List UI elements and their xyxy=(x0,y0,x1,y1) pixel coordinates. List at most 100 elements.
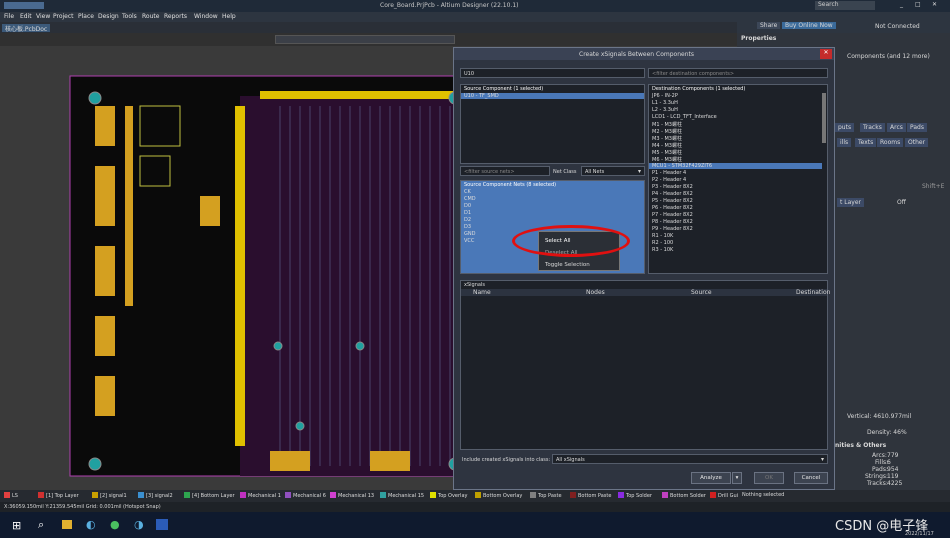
layer-tab-bottom-solder[interactable]: Bottom Solder xyxy=(662,492,706,499)
layer-tab-ls[interactable]: LS xyxy=(4,492,18,499)
dest-item[interactable]: L2 - 3.3uH xyxy=(652,107,678,113)
net-filter-input[interactable]: <filter source nets> xyxy=(460,166,550,176)
maximize-icon[interactable]: □ xyxy=(915,1,921,8)
search-icon[interactable]: ⌕ xyxy=(38,518,44,532)
net-item[interactable]: CK xyxy=(464,189,471,195)
props-tab-other[interactable]: Other xyxy=(905,138,929,147)
dest-item[interactable]: M1 - M3螺柱 xyxy=(652,121,682,128)
layer-tab-top-solder[interactable]: Top Solder xyxy=(618,492,652,499)
share-button[interactable]: Share xyxy=(757,22,781,29)
col-destination[interactable]: Destination xyxy=(796,289,830,296)
net-class-select[interactable]: All Nets ▾ xyxy=(581,166,645,176)
dest-item[interactable]: M5 - M3螺柱 xyxy=(652,149,682,156)
layer-tab-mech6[interactable]: Mechanical 6 xyxy=(285,492,326,499)
dest-item[interactable]: R3 - 10K xyxy=(652,247,673,253)
menu-help[interactable]: Help xyxy=(222,13,236,20)
menu-route[interactable]: Route xyxy=(142,13,159,20)
layer-tab-top-overlay[interactable]: Top Overlay xyxy=(430,492,467,499)
net-item[interactable]: CMD xyxy=(464,196,476,202)
dest-item[interactable]: P7 - Header 8X2 xyxy=(652,212,693,218)
layer-tab-signal1[interactable]: [2] signal1 xyxy=(92,492,127,499)
layer-tab-bottom-paste[interactable]: Bottom Paste xyxy=(570,492,611,499)
layer-tab-top-paste[interactable]: Top Paste xyxy=(530,492,562,499)
net-item[interactable]: D3 xyxy=(464,224,471,230)
xsignals-table[interactable]: xSignals Name Nodes Source Destination xyxy=(460,280,830,450)
net-item[interactable]: GND xyxy=(464,231,475,237)
dest-item[interactable]: P4 - Header 8X2 xyxy=(652,191,693,197)
net-item[interactable]: D1 xyxy=(464,210,471,216)
ok-button[interactable]: OK xyxy=(754,472,784,484)
dest-item[interactable]: M2 - M3螺柱 xyxy=(652,128,682,135)
layer-tab-bottom-overlay[interactable]: Bottom Overlay xyxy=(475,492,522,499)
dest-list-scrollbar[interactable] xyxy=(822,93,826,143)
dest-item[interactable]: M3 - M3螺柱 xyxy=(652,135,682,142)
dest-item[interactable]: M6 - M3螺柱 xyxy=(652,156,682,163)
col-name[interactable]: Name xyxy=(473,289,491,296)
minimize-icon[interactable]: _ xyxy=(900,1,903,8)
props-tab-pads[interactable]: Pads xyxy=(907,123,927,132)
connection-status[interactable]: Not Connected xyxy=(875,23,920,30)
dest-item[interactable]: R2 - 100 xyxy=(652,240,673,246)
windows-start-icon[interactable]: ⊞ xyxy=(12,519,21,532)
cancel-button[interactable]: Cancel xyxy=(794,472,828,484)
dest-item[interactable]: LCD1 - LCD_TFT_Interface xyxy=(652,114,717,120)
menu-window[interactable]: Window xyxy=(194,13,218,20)
analyze-button[interactable]: Analyze xyxy=(691,472,731,484)
props-tab-rooms[interactable]: Rooms xyxy=(877,138,904,147)
dest-item[interactable]: R1 - 10K xyxy=(652,233,673,239)
dest-item[interactable]: JP6 - IN-2P xyxy=(652,93,678,99)
layer-tab-drill-guide[interactable]: Drill Gui xyxy=(710,492,738,499)
layer-tab-mech15[interactable]: Mechanical 15 xyxy=(380,492,424,499)
doc-tab-pcb[interactable]: 核心板.PcbDoc xyxy=(2,24,51,33)
props-tab-ills[interactable]: ills xyxy=(837,138,852,147)
analyze-dropdown-icon[interactable]: ▾ xyxy=(732,472,742,484)
net-item[interactable]: VCC xyxy=(464,238,474,244)
wechat-icon[interactable]: ● xyxy=(110,518,120,531)
net-item[interactable]: D2 xyxy=(464,217,471,223)
buy-online-button[interactable]: Buy Online Now xyxy=(782,22,836,29)
menu-reports[interactable]: Reports xyxy=(164,13,187,20)
dest-item[interactable]: P6 - Header 8X2 xyxy=(652,205,693,211)
menu-design[interactable]: Design xyxy=(98,13,119,20)
net-item[interactable]: D0 xyxy=(464,203,471,209)
props-tab-texts[interactable]: Texts xyxy=(855,138,877,147)
dest-item[interactable]: L1 - 3.3uH xyxy=(652,100,678,106)
word-icon[interactable] xyxy=(156,519,168,530)
toggle-selection-menu-item[interactable]: Toggle Selection xyxy=(545,262,590,268)
destination-component-list[interactable]: Destination Components (1 selected) JP6 … xyxy=(648,84,828,274)
layer-value[interactable]: Off xyxy=(897,199,906,206)
dest-item[interactable]: P5 - Header 8X2 xyxy=(652,198,693,204)
menu-place[interactable]: Place xyxy=(78,13,94,20)
source-component-input[interactable]: U10 xyxy=(460,68,645,78)
props-tab-puts[interactable]: puts xyxy=(835,123,855,132)
active-bar-toolbar[interactable] xyxy=(275,35,455,44)
dest-filter-input[interactable]: <filter destination components> xyxy=(648,68,828,78)
properties-filter[interactable]: Components (and 12 more) xyxy=(847,53,930,60)
menu-view[interactable]: View xyxy=(36,13,50,20)
file-explorer-icon[interactable] xyxy=(62,520,72,529)
edge-icon[interactable]: ◑ xyxy=(134,518,144,531)
dest-item[interactable]: M4 - M3螺柱 xyxy=(652,142,682,149)
menu-edit[interactable]: Edit xyxy=(20,13,32,20)
dialog-close-icon[interactable]: ✕ xyxy=(820,49,832,59)
props-tab-tracks[interactable]: Tracks xyxy=(860,123,885,132)
close-icon[interactable]: ✕ xyxy=(932,1,937,8)
menu-tools[interactable]: Tools xyxy=(122,13,137,20)
layer-tab-mech13[interactable]: Mechanical 13 xyxy=(330,492,374,499)
dest-item-selected[interactable]: MCU1 - STM32F429ZIT6 xyxy=(649,163,822,169)
source-list-item[interactable]: U10 - TF_SMD xyxy=(461,93,644,99)
global-search[interactable]: Search xyxy=(815,1,875,10)
props-tab-arcs[interactable]: Arcs xyxy=(887,123,906,132)
layer-tab-bottom[interactable]: [4] Bottom Layer xyxy=(184,492,235,499)
source-component-list[interactable]: Source Component (1 selected) U10 - TF_S… xyxy=(460,84,645,164)
dest-item[interactable]: P3 - Header 8X2 xyxy=(652,184,693,190)
col-source[interactable]: Source xyxy=(691,289,712,296)
quick-access-icons[interactable] xyxy=(4,2,44,9)
menu-project[interactable]: Project xyxy=(53,13,74,20)
dest-item[interactable]: P1 - Header 4 xyxy=(652,170,686,176)
dest-item[interactable]: P8 - Header 8X2 xyxy=(652,219,693,225)
include-class-select[interactable]: All xSignals ▾ xyxy=(552,454,828,464)
col-nodes[interactable]: Nodes xyxy=(586,289,605,296)
dest-item[interactable]: P9 - Header 8X2 xyxy=(652,226,693,232)
browser-icon[interactable]: ◐ xyxy=(86,518,96,531)
